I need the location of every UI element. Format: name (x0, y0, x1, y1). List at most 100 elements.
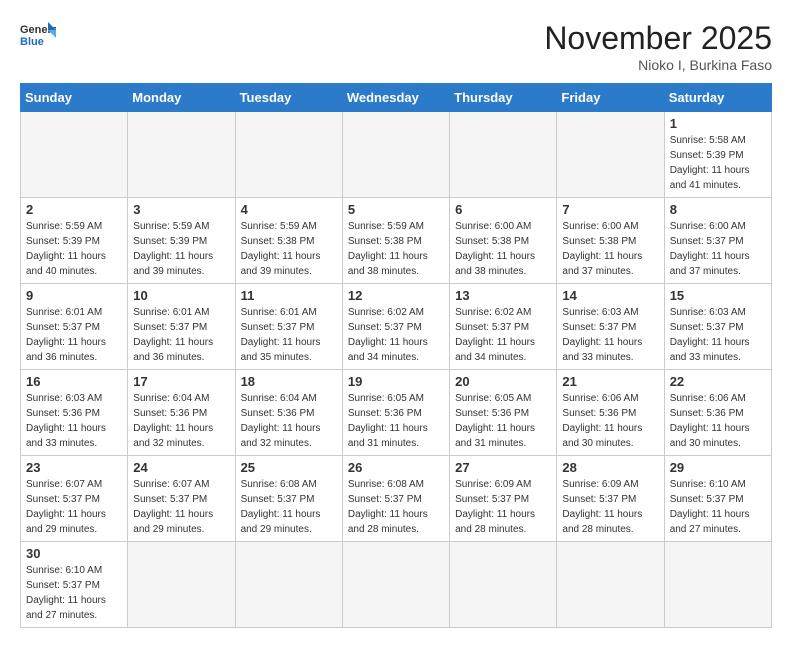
title-block: November 2025 Nioko I, Burkina Faso (544, 20, 772, 73)
day-info: Sunrise: 6:04 AMSunset: 5:36 PMDaylight:… (241, 391, 337, 451)
day-info: Sunrise: 5:59 AMSunset: 5:39 PMDaylight:… (133, 219, 229, 279)
day-number: 3 (133, 202, 229, 217)
calendar-cell: 21Sunrise: 6:06 AMSunset: 5:36 PMDayligh… (557, 370, 664, 456)
day-info: Sunrise: 6:05 AMSunset: 5:36 PMDaylight:… (455, 391, 551, 451)
day-info: Sunrise: 6:01 AMSunset: 5:37 PMDaylight:… (241, 305, 337, 365)
calendar-cell: 11 Sunrise: 6:01 AMSunset: 5:37 PMDayligh… (235, 284, 342, 370)
weekday-header-monday: Monday (128, 84, 235, 112)
day-number: 29 (670, 460, 766, 475)
day-number: 19 (348, 374, 444, 389)
calendar-cell: 15 Sunrise: 6:03 AMSunset: 5:37 PMDayligh… (664, 284, 771, 370)
calendar-cell: 27 Sunrise: 6:09 AMSunset: 5:37 PMDayligh… (450, 456, 557, 542)
day-number: 11 (241, 288, 337, 303)
svg-text:Blue: Blue (20, 36, 44, 48)
calendar-cell: 10 Sunrise: 6:01 AMSunset: 5:37 PMDayligh… (128, 284, 235, 370)
day-number: 24 (133, 460, 229, 475)
weekday-header-tuesday: Tuesday (235, 84, 342, 112)
weekday-header-wednesday: Wednesday (342, 84, 449, 112)
day-number: 23 (26, 460, 122, 475)
day-number: 18 (241, 374, 337, 389)
day-number: 12 (348, 288, 444, 303)
calendar-cell (557, 112, 664, 198)
calendar-cell (128, 112, 235, 198)
weekday-header-thursday: Thursday (450, 84, 557, 112)
day-number: 2 (26, 202, 122, 217)
calendar-week-3: 9Sunrise: 6:01 AMSunset: 5:37 PMDaylight… (21, 284, 772, 370)
calendar-cell (21, 112, 128, 198)
day-number: 10 (133, 288, 229, 303)
calendar-cell: 14 Sunrise: 6:03 AMSunset: 5:37 PMDayligh… (557, 284, 664, 370)
calendar-cell: 7 Sunrise: 6:00 AMSunset: 5:38 PMDaylight… (557, 198, 664, 284)
calendar-cell (342, 112, 449, 198)
calendar-cell: 18 Sunrise: 6:04 AMSunset: 5:36 PMDayligh… (235, 370, 342, 456)
calendar-cell (342, 542, 449, 628)
day-info: Sunrise: 6:09 AMSunset: 5:37 PMDaylight:… (562, 477, 658, 537)
weekday-header-friday: Friday (557, 84, 664, 112)
calendar-cell: 22Sunrise: 6:06 AMSunset: 5:36 PMDayligh… (664, 370, 771, 456)
calendar-cell: 5Sunrise: 5:59 AMSunset: 5:38 PMDaylight… (342, 198, 449, 284)
calendar-body: 1 Sunrise: 5:58 AMSunset: 5:39 PMDaylight… (21, 112, 772, 628)
day-number: 1 (670, 116, 766, 131)
day-number: 27 (455, 460, 551, 475)
calendar-cell: 13Sunrise: 6:02 AMSunset: 5:37 PMDayligh… (450, 284, 557, 370)
weekday-header-sunday: Sunday (21, 84, 128, 112)
day-info: Sunrise: 6:03 AMSunset: 5:36 PMDaylight:… (26, 391, 122, 451)
calendar-week-5: 23 Sunrise: 6:07 AMSunset: 5:37 PMDayligh… (21, 456, 772, 542)
calendar-cell: 6Sunrise: 6:00 AMSunset: 5:38 PMDaylight… (450, 198, 557, 284)
calendar-cell: 4 Sunrise: 5:59 AMSunset: 5:38 PMDaylight… (235, 198, 342, 284)
calendar-cell: 12 Sunrise: 6:02 AMSunset: 5:37 PMDayligh… (342, 284, 449, 370)
calendar-cell: 8Sunrise: 6:00 AMSunset: 5:37 PMDaylight… (664, 198, 771, 284)
day-info: Sunrise: 6:08 AMSunset: 5:37 PMDaylight:… (348, 477, 444, 537)
day-info: Sunrise: 6:10 AMSunset: 5:37 PMDaylight:… (670, 477, 766, 537)
calendar-cell: 17Sunrise: 6:04 AMSunset: 5:36 PMDayligh… (128, 370, 235, 456)
day-number: 28 (562, 460, 658, 475)
day-info: Sunrise: 6:02 AMSunset: 5:37 PMDaylight:… (455, 305, 551, 365)
month-title: November 2025 (544, 20, 772, 57)
calendar-week-1: 1 Sunrise: 5:58 AMSunset: 5:39 PMDaylight… (21, 112, 772, 198)
day-number: 16 (26, 374, 122, 389)
calendar-cell: 2 Sunrise: 5:59 AMSunset: 5:39 PMDaylight… (21, 198, 128, 284)
calendar-cell (664, 542, 771, 628)
day-number: 6 (455, 202, 551, 217)
day-number: 26 (348, 460, 444, 475)
day-info: Sunrise: 6:07 AMSunset: 5:37 PMDaylight:… (26, 477, 122, 537)
day-number: 14 (562, 288, 658, 303)
day-number: 4 (241, 202, 337, 217)
day-info: Sunrise: 6:01 AMSunset: 5:37 PMDaylight:… (133, 305, 229, 365)
calendar-cell (235, 542, 342, 628)
day-info: Sunrise: 5:58 AMSunset: 5:39 PMDaylight:… (670, 133, 766, 193)
calendar-cell (128, 542, 235, 628)
day-number: 25 (241, 460, 337, 475)
calendar-cell: 16 Sunrise: 6:03 AMSunset: 5:36 PMDayligh… (21, 370, 128, 456)
calendar-cell: 28 Sunrise: 6:09 AMSunset: 5:37 PMDayligh… (557, 456, 664, 542)
day-info: Sunrise: 6:04 AMSunset: 5:36 PMDaylight:… (133, 391, 229, 451)
day-info: Sunrise: 6:05 AMSunset: 5:36 PMDaylight:… (348, 391, 444, 451)
day-info: Sunrise: 6:01 AMSunset: 5:37 PMDaylight:… (26, 305, 122, 365)
day-info: Sunrise: 6:02 AMSunset: 5:37 PMDaylight:… (348, 305, 444, 365)
day-info: Sunrise: 6:00 AMSunset: 5:37 PMDaylight:… (670, 219, 766, 279)
calendar-week-6: 30Sunrise: 6:10 AMSunset: 5:37 PMDayligh… (21, 542, 772, 628)
calendar-cell: 30Sunrise: 6:10 AMSunset: 5:37 PMDayligh… (21, 542, 128, 628)
day-info: Sunrise: 6:06 AMSunset: 5:36 PMDaylight:… (562, 391, 658, 451)
calendar-cell: 9Sunrise: 6:01 AMSunset: 5:37 PMDaylight… (21, 284, 128, 370)
day-info: Sunrise: 5:59 AMSunset: 5:39 PMDaylight:… (26, 219, 122, 279)
day-info: Sunrise: 6:03 AMSunset: 5:37 PMDaylight:… (670, 305, 766, 365)
day-number: 15 (670, 288, 766, 303)
day-info: Sunrise: 6:00 AMSunset: 5:38 PMDaylight:… (562, 219, 658, 279)
calendar-cell: 23 Sunrise: 6:07 AMSunset: 5:37 PMDayligh… (21, 456, 128, 542)
calendar-cell (557, 542, 664, 628)
day-number: 5 (348, 202, 444, 217)
day-info: Sunrise: 6:03 AMSunset: 5:37 PMDaylight:… (562, 305, 658, 365)
calendar-cell: 1 Sunrise: 5:58 AMSunset: 5:39 PMDaylight… (664, 112, 771, 198)
calendar-cell (450, 112, 557, 198)
day-number: 7 (562, 202, 658, 217)
page-header: General Blue November 2025 Nioko I, Burk… (20, 20, 772, 73)
logo-icon: General Blue (20, 20, 56, 48)
day-info: Sunrise: 6:08 AMSunset: 5:37 PMDaylight:… (241, 477, 337, 537)
day-number: 22 (670, 374, 766, 389)
day-info: Sunrise: 5:59 AMSunset: 5:38 PMDaylight:… (241, 219, 337, 279)
day-info: Sunrise: 6:09 AMSunset: 5:37 PMDaylight:… (455, 477, 551, 537)
calendar-cell (450, 542, 557, 628)
calendar-cell: 20Sunrise: 6:05 AMSunset: 5:36 PMDayligh… (450, 370, 557, 456)
location: Nioko I, Burkina Faso (544, 57, 772, 73)
